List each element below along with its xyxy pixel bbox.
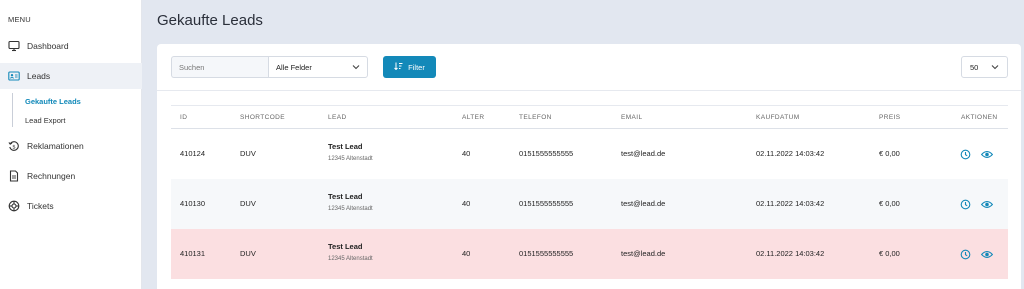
cell-shortcode: DUV bbox=[240, 249, 256, 258]
contact-card-icon bbox=[8, 70, 20, 82]
cell-shortcode: DUV bbox=[240, 149, 256, 158]
euro-refund-icon: $ bbox=[8, 140, 20, 152]
svg-text:$: $ bbox=[12, 144, 16, 150]
cell-telefon: 0151555555555 bbox=[519, 149, 574, 158]
table-row: 410131 DUV Test Lead 12345 Altenstadt 40… bbox=[171, 229, 1008, 279]
cell-alter: 40 bbox=[462, 249, 471, 258]
leads-card: Suchen Alle Felder Filter 50 ID SHORTCOD… bbox=[157, 44, 1021, 289]
sidebar-item-rechnungen[interactable]: Rechnungen bbox=[0, 163, 142, 189]
cell-lead-city: 12345 Altenstadt bbox=[328, 256, 373, 262]
cell-email: test@lead.de bbox=[621, 199, 666, 208]
column-header-aktionen: AKTIONEN bbox=[961, 114, 998, 121]
sidebar-item-label: Rechnungen bbox=[27, 171, 76, 181]
history-clock-icon[interactable] bbox=[959, 248, 971, 260]
monitor-icon bbox=[8, 40, 20, 52]
cell-lead-name: Test Lead bbox=[328, 142, 363, 151]
sidebar-subitem-gekaufte-leads[interactable]: Gekaufte Leads bbox=[25, 97, 81, 106]
cell-alter: 40 bbox=[462, 199, 471, 208]
sidebar-subitem-lead-export[interactable]: Lead Export bbox=[25, 116, 65, 125]
sidebar: MENU Dashboard Leads Gekaufte Leads Lead… bbox=[0, 0, 142, 289]
cell-email: test@lead.de bbox=[621, 149, 666, 158]
cell-lead-city: 12345 Altenstadt bbox=[328, 156, 373, 162]
table-row: 410130 DUV Test Lead 12345 Altenstadt 40… bbox=[171, 179, 1008, 229]
submenu-line bbox=[12, 93, 13, 127]
cell-lead-city: 12345 Altenstadt bbox=[328, 206, 373, 212]
cell-id: 410131 bbox=[180, 249, 206, 258]
sort-filter-icon bbox=[394, 62, 403, 72]
sidebar-item-leads[interactable]: Leads bbox=[0, 63, 142, 89]
sidebar-item-dashboard[interactable]: Dashboard bbox=[0, 33, 142, 59]
cell-telefon: 0151555555555 bbox=[519, 249, 574, 258]
table-header: ID SHORTCODE LEAD ALTER TELEFON EMAIL KA… bbox=[171, 105, 1008, 129]
sidebar-item-label: Reklamationen bbox=[27, 141, 84, 151]
per-page-select[interactable]: 50 bbox=[961, 56, 1008, 78]
column-header-lead[interactable]: LEAD bbox=[328, 114, 347, 121]
sidebar-item-reklamationen[interactable]: $ Reklamationen bbox=[0, 133, 142, 159]
column-header-id[interactable]: ID bbox=[180, 114, 187, 121]
cell-lead-name: Test Lead bbox=[328, 192, 363, 201]
per-page-value: 50 bbox=[970, 62, 979, 72]
column-header-kaufdatum[interactable]: KAUFDATUM bbox=[756, 114, 800, 121]
column-header-shortcode[interactable]: SHORTCODE bbox=[240, 114, 285, 121]
invoice-icon bbox=[8, 170, 20, 182]
cell-email: test@lead.de bbox=[621, 249, 666, 258]
support-ring-icon bbox=[8, 200, 20, 212]
view-eye-icon[interactable] bbox=[981, 198, 993, 210]
view-eye-icon[interactable] bbox=[981, 248, 993, 260]
cell-lead-name: Test Lead bbox=[328, 242, 363, 251]
filter-button[interactable]: Filter bbox=[383, 56, 436, 78]
table-row: 410124 DUV Test Lead 12345 Altenstadt 40… bbox=[171, 129, 1008, 179]
sidebar-item-tickets[interactable]: Tickets bbox=[0, 193, 142, 219]
sidebar-item-label: Tickets bbox=[27, 201, 54, 211]
cell-kaufdatum: 02.11.2022 14:03:42 bbox=[756, 199, 825, 208]
menu-label: MENU bbox=[8, 15, 31, 24]
chevron-down-icon bbox=[991, 63, 999, 72]
filter-label: Filter bbox=[408, 62, 425, 72]
sidebar-item-label: Leads bbox=[27, 71, 51, 81]
cell-preis: € 0,00 bbox=[879, 249, 900, 258]
history-clock-icon[interactable] bbox=[959, 148, 971, 160]
history-clock-icon[interactable] bbox=[959, 198, 971, 210]
cell-kaufdatum: 02.11.2022 14:03:42 bbox=[756, 149, 825, 158]
cell-id: 410130 bbox=[180, 199, 206, 208]
column-header-telefon[interactable]: TELEFON bbox=[519, 114, 552, 121]
field-select[interactable]: Alle Felder bbox=[268, 56, 368, 78]
field-select-value: Alle Felder bbox=[276, 62, 312, 72]
cell-shortcode: DUV bbox=[240, 199, 256, 208]
column-header-alter[interactable]: ALTER bbox=[462, 114, 484, 121]
search-input[interactable]: Suchen bbox=[171, 56, 268, 78]
cell-preis: € 0,00 bbox=[879, 149, 900, 158]
page-title: Gekaufte Leads bbox=[157, 12, 263, 29]
cell-id: 410124 bbox=[180, 149, 206, 158]
cell-kaufdatum: 02.11.2022 14:03:42 bbox=[756, 249, 825, 258]
cell-preis: € 0,00 bbox=[879, 199, 900, 208]
view-eye-icon[interactable] bbox=[981, 148, 993, 160]
column-header-email[interactable]: EMAIL bbox=[621, 114, 643, 121]
sidebar-item-label: Dashboard bbox=[27, 41, 69, 51]
divider bbox=[157, 90, 1021, 91]
cell-alter: 40 bbox=[462, 149, 471, 158]
chevron-down-icon bbox=[352, 63, 360, 72]
column-header-preis[interactable]: PREIS bbox=[879, 114, 901, 121]
cell-telefon: 0151555555555 bbox=[519, 199, 574, 208]
